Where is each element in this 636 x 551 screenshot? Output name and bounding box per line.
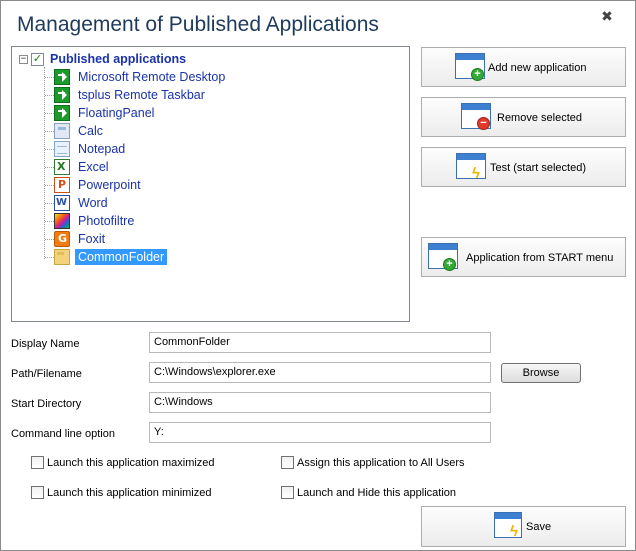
tree-item-label: Excel: [78, 160, 109, 174]
application-from-start-menu-button[interactable]: + Application from START menu: [421, 237, 626, 277]
checkbox-box[interactable]: [281, 486, 294, 499]
test-application-button[interactable]: ϟ Test (start selected): [421, 147, 626, 187]
tree-item[interactable]: Photofiltre: [45, 212, 137, 230]
remove-icon: −: [477, 117, 490, 130]
tree-item[interactable]: Foxit: [45, 230, 108, 248]
display-name-label: Display Name: [11, 338, 80, 350]
applications-tree[interactable]: − ✓ Published applications Microsoft Rem…: [11, 46, 410, 322]
launch-and-hide-checkbox[interactable]: Launch and Hide this application: [281, 486, 456, 499]
tree-item[interactable]: Word: [45, 194, 111, 212]
tree-item[interactable]: Calc: [45, 122, 106, 140]
powerpoint-icon: [54, 177, 70, 193]
tree-item[interactable]: FloatingPanel: [45, 104, 157, 122]
command-line-label: Command line option: [11, 428, 115, 440]
notepad-icon: [54, 141, 70, 157]
tree-item-selected[interactable]: CommonFolder: [45, 248, 168, 266]
tree-item[interactable]: Notepad: [45, 140, 128, 158]
add-icon: +: [443, 258, 456, 271]
tree-root-label: Published applications: [50, 52, 187, 66]
tree-item-label: Notepad: [78, 142, 126, 156]
tree-item-label: tsplus Remote Taskbar: [78, 88, 205, 102]
tree-item-label: Photofiltre: [78, 214, 135, 228]
published-apps-window: Management of Published Applications ✖ −…: [0, 0, 636, 551]
tree-item[interactable]: Microsoft Remote Desktop: [45, 68, 228, 86]
window-title: Management of Published Applications: [17, 13, 379, 36]
path-label: Path/Filename: [11, 368, 82, 380]
checklist-icon: ✓: [31, 52, 44, 66]
command-line-field[interactable]: Y:: [149, 422, 491, 443]
add-application-button[interactable]: + Add new application: [421, 47, 626, 87]
display-name-field[interactable]: CommonFolder: [149, 332, 491, 353]
lightning-icon: ϟ: [472, 165, 480, 182]
tree-item-label: Microsoft Remote Desktop: [78, 70, 226, 84]
checkbox-box[interactable]: [281, 456, 294, 469]
tree-item-label: Word: [78, 196, 108, 210]
word-icon: [54, 195, 70, 211]
foxit-icon: [54, 231, 70, 247]
save-button[interactable]: ϟ Save: [421, 506, 626, 547]
tree-item-label: Foxit: [78, 232, 106, 246]
assign-all-users-label: Assign this application to All Users: [297, 456, 465, 469]
tree-item-label: FloatingPanel: [78, 106, 155, 120]
launch-minimized-checkbox[interactable]: Launch this application minimized: [31, 486, 211, 499]
tree-item-label: Calc: [78, 124, 104, 138]
start-directory-field[interactable]: C:\Windows: [149, 392, 491, 413]
tree-item[interactable]: tsplus Remote Taskbar: [45, 86, 208, 104]
launch-minimized-label: Launch this application minimized: [47, 486, 212, 499]
start-directory-label: Start Directory: [11, 398, 82, 410]
photofiltre-icon: [54, 213, 70, 229]
browse-button[interactable]: Browse: [501, 363, 581, 383]
tree-item-label: CommonFolder: [75, 249, 168, 265]
launch-maximized-label: Launch this application maximized: [47, 456, 215, 469]
tree-item-label: Powerpoint: [78, 178, 141, 192]
tree-item[interactable]: Powerpoint: [45, 176, 144, 194]
assign-all-users-checkbox[interactable]: Assign this application to All Users: [281, 456, 465, 469]
add-icon: +: [471, 68, 484, 81]
add-application-label: Add new application: [488, 62, 587, 74]
tree-item[interactable]: Excel: [45, 158, 112, 176]
start-menu-label: Application from START menu: [466, 252, 614, 264]
remove-selected-label: Remove selected: [497, 112, 582, 124]
excel-icon: [54, 159, 70, 175]
lightning-icon: ϟ: [510, 523, 518, 540]
save-label: Save: [526, 521, 552, 533]
green-arrow-icon: [54, 69, 70, 85]
green-arrow-icon: [54, 87, 70, 103]
remove-selected-button[interactable]: − Remove selected: [421, 97, 626, 137]
test-application-label: Test (start selected): [490, 162, 586, 174]
path-field[interactable]: C:\Windows\explorer.exe: [149, 362, 491, 383]
checkbox-box[interactable]: [31, 486, 44, 499]
calculator-icon: [54, 123, 70, 139]
tree-root[interactable]: − ✓ Published applications: [19, 50, 186, 68]
collapse-icon[interactable]: −: [19, 54, 28, 64]
checkbox-box[interactable]: [31, 456, 44, 469]
green-arrow-icon: [54, 105, 70, 121]
launch-and-hide-label: Launch and Hide this application: [297, 486, 457, 499]
launch-maximized-checkbox[interactable]: Launch this application maximized: [31, 456, 215, 469]
folder-icon: [54, 249, 70, 265]
close-icon[interactable]: ✖: [599, 9, 615, 25]
